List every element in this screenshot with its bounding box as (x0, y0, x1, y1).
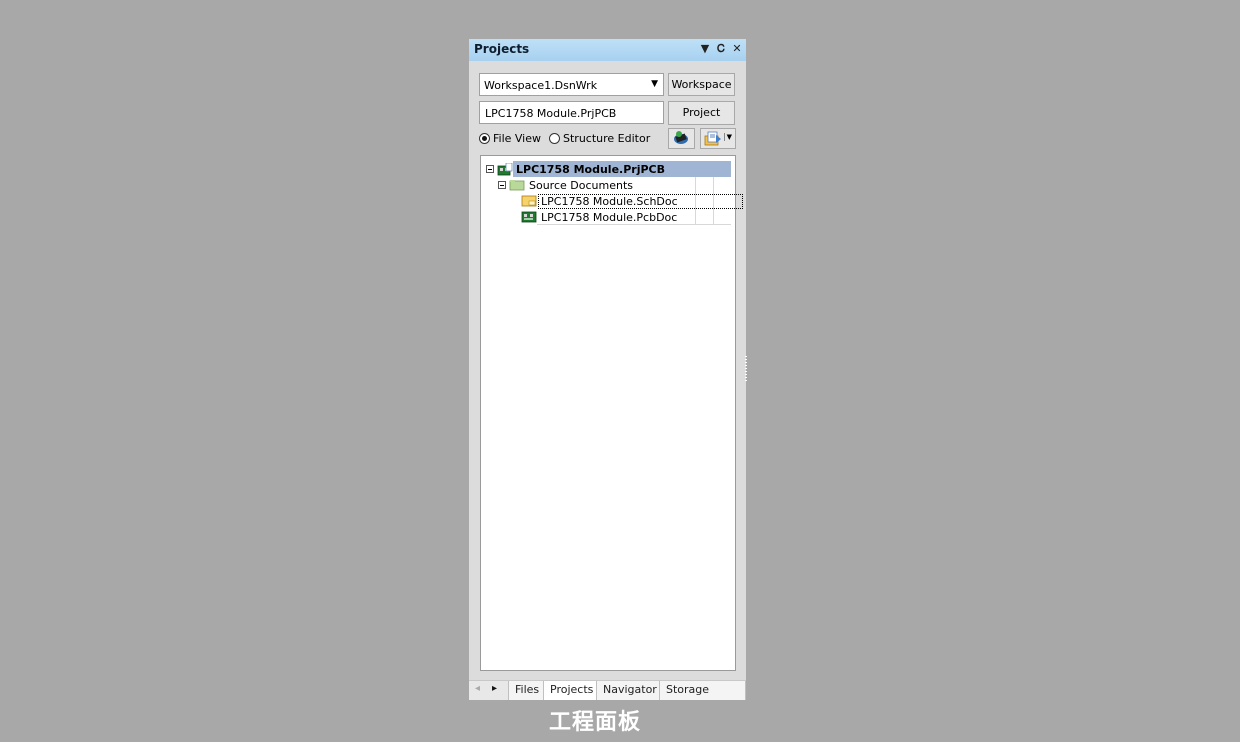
compile-icon (674, 131, 688, 144)
tree-item-schdoc[interactable]: LPC1758 Module.SchDoc (521, 193, 743, 209)
tree-item-label: LPC1758 Module.PrjPCB (516, 162, 665, 176)
workspace-button[interactable]: Workspace (668, 73, 735, 96)
chevron-down-icon[interactable]: ▼ (723, 133, 732, 141)
project-options-button[interactable]: ▼ (700, 128, 736, 149)
pcb-project-icon (497, 162, 513, 175)
project-tree[interactable]: LPC1758 Module.PrjPCB Source Documents L… (480, 155, 743, 671)
project-field[interactable]: LPC1758 Module.PrjPCB (479, 101, 664, 124)
panel-titlebar: Projects ▼ Ꮯ ✕ (469, 39, 746, 61)
column-divider (695, 177, 696, 225)
tree-item-label: LPC1758 Module.PcbDoc (541, 210, 678, 224)
open-document-icon (704, 131, 721, 146)
pcb-doc-icon (521, 211, 537, 223)
tree-item-label: LPC1758 Module.SchDoc (538, 193, 743, 209)
workspace-combo[interactable]: Workspace1.DsnWrk ▼ (479, 73, 664, 96)
folder-icon (509, 180, 525, 191)
scroll-right-icon[interactable]: ▸ (492, 683, 497, 694)
tab-files[interactable]: Files (508, 681, 547, 700)
project-field-value: LPC1758 Module.PrjPCB (485, 107, 617, 120)
file-view-label[interactable]: File View (493, 132, 541, 145)
close-icon[interactable]: ✕ (732, 42, 742, 56)
figure-caption: 工程面板 (549, 710, 642, 735)
tab-navigator[interactable]: Navigator (596, 681, 664, 700)
pin-icon[interactable]: Ꮯ (716, 42, 726, 56)
file-view-radio[interactable] (479, 133, 490, 144)
structure-editor-radio[interactable] (549, 133, 561, 144)
tab-projects[interactable]: Projects (543, 681, 601, 700)
row-divider (537, 224, 731, 225)
structure-editor-label[interactable]: Structure Editor (563, 132, 650, 145)
project-button[interactable]: Project (668, 101, 735, 125)
tree-item-label: Source Documents (529, 178, 633, 192)
schematic-doc-icon (521, 195, 537, 207)
compile-button[interactable] (668, 128, 695, 149)
dropdown-arrow-icon[interactable]: ▼ (700, 42, 710, 56)
scroll-left-icon[interactable]: ◂ (475, 683, 480, 694)
tree-item-pcbdoc[interactable]: LPC1758 Module.PcbDoc (521, 209, 677, 225)
tab-storage-manager[interactable]: Storage Manag (659, 681, 746, 700)
panel-tab-bar: ◂ ▸ Files Projects Navigator Storage Man… (469, 680, 746, 700)
projects-panel: Projects ▼ Ꮯ ✕ Workspace1.DsnWrk ▼ Works… (469, 39, 746, 700)
panel-resize-handle[interactable] (745, 356, 747, 382)
workspace-combo-value: Workspace1.DsnWrk (484, 79, 598, 92)
tree-item-project[interactable]: LPC1758 Module.PrjPCB (486, 161, 665, 177)
collapse-icon[interactable] (498, 181, 506, 189)
collapse-icon[interactable] (486, 165, 494, 173)
tree-item-folder[interactable]: Source Documents (498, 177, 633, 193)
panel-title: Projects (474, 42, 530, 56)
chevron-down-icon[interactable]: ▼ (651, 79, 658, 89)
column-divider (713, 177, 714, 225)
